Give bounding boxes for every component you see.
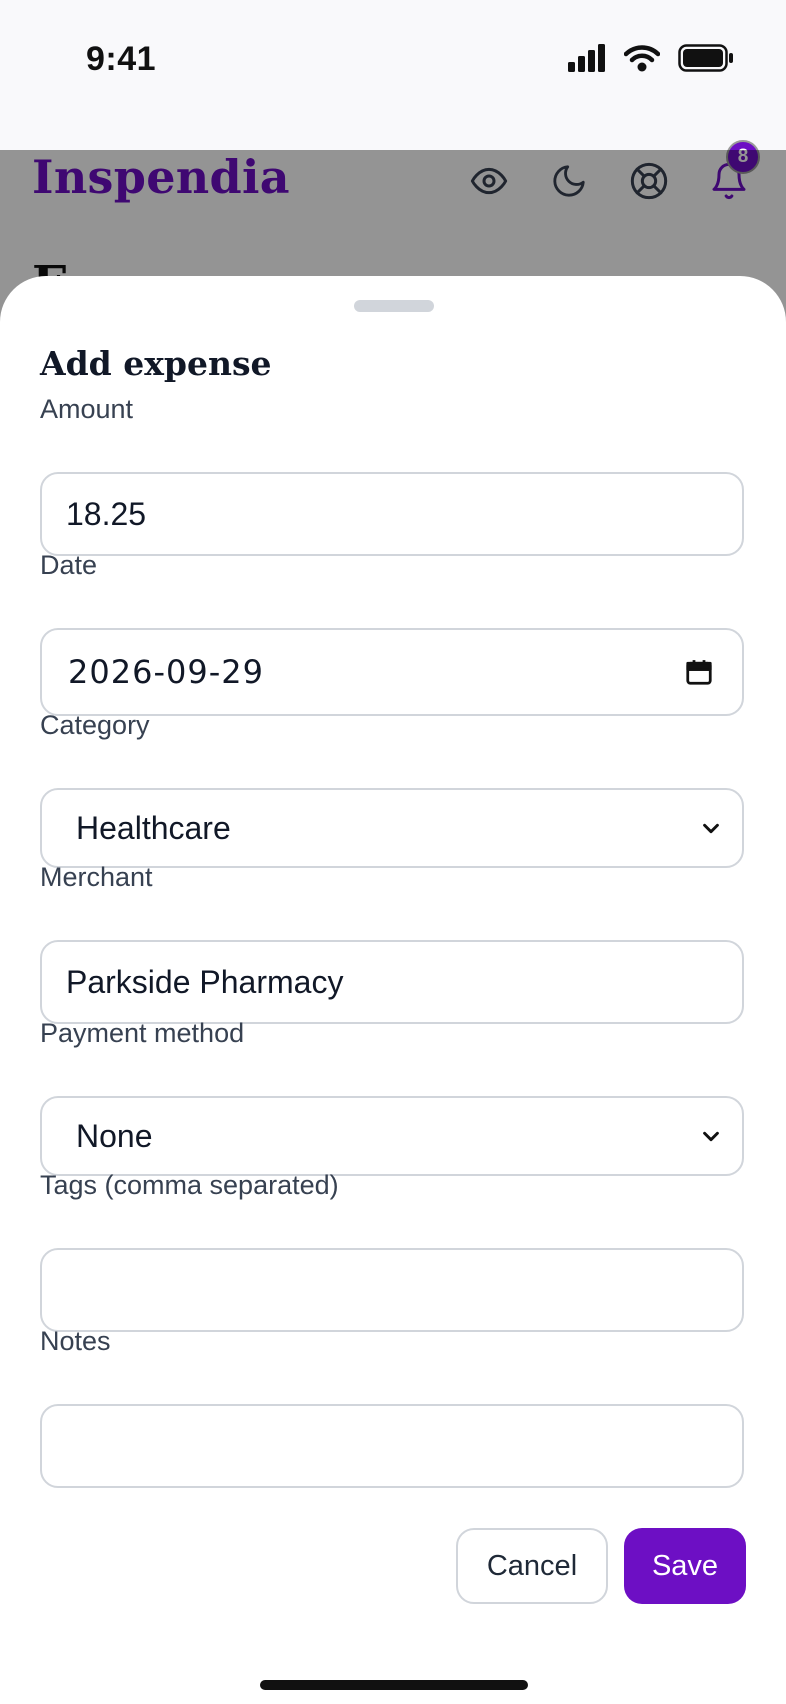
date-input[interactable]: 2026-09-29 [40, 628, 744, 716]
payment-method-select[interactable]: None [40, 1096, 744, 1176]
payment-method-label: Payment method [40, 1018, 245, 1048]
status-icons [568, 44, 734, 72]
status-time: 9:41 [86, 40, 157, 78]
merchant-value: Parkside Pharmacy [66, 963, 344, 1000]
home-indicator[interactable] [260, 1680, 528, 1690]
cancel-button[interactable]: Cancel [456, 1528, 608, 1604]
sheet-grabber[interactable] [354, 300, 434, 312]
merchant-input[interactable]: Parkside Pharmacy [40, 940, 744, 1024]
battery-icon [678, 44, 733, 72]
notes-label: Notes [40, 1326, 111, 1356]
merchant-label: Merchant [40, 862, 153, 892]
amount-label: Amount [40, 394, 134, 424]
category-value: Healthcare [76, 809, 231, 846]
amount-value: 18.25 [66, 495, 147, 532]
tags-input[interactable] [40, 1248, 744, 1332]
date-value: 2026-09-29 [68, 653, 264, 691]
save-button[interactable]: Save [624, 1528, 746, 1604]
calendar-picker-button[interactable] [684, 657, 714, 687]
date-label: Date [40, 550, 98, 580]
chevron-down-icon [703, 1131, 719, 1142]
category-select[interactable]: Healthcare [40, 788, 744, 868]
chevron-down-icon [703, 823, 719, 834]
add-expense-sheet: Add expense Amount 18.25 Date 2026-09-29… [0, 276, 786, 1704]
signal-icon [568, 44, 605, 72]
category-label: Category [40, 710, 150, 740]
calendar-icon [686, 660, 712, 685]
amount-input[interactable]: 18.25 [40, 472, 744, 556]
sheet-title: Add expense [40, 344, 272, 383]
tags-label: Tags (comma separated) [40, 1170, 339, 1200]
wifi-icon [624, 45, 660, 72]
notes-input[interactable] [40, 1404, 744, 1488]
payment-method-value: None [76, 1117, 153, 1154]
status-bar: 9:41 [0, 0, 786, 150]
